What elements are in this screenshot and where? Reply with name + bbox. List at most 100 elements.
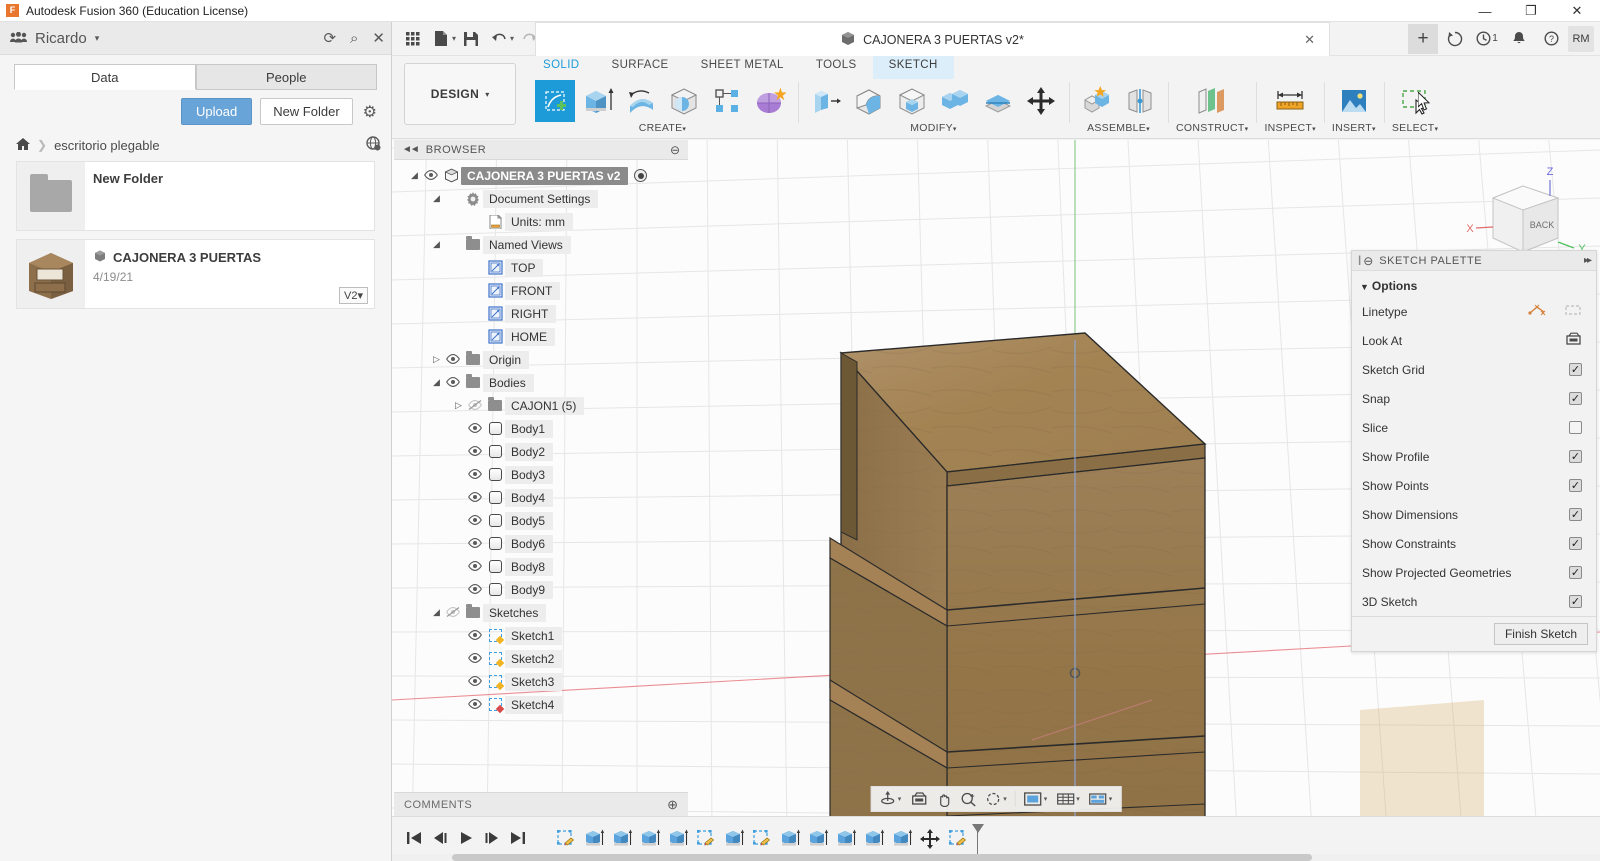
tab-people[interactable]: People	[196, 64, 378, 90]
insert-image-icon[interactable]	[1334, 80, 1374, 122]
chevron-down-icon[interactable]: ▾	[452, 34, 456, 43]
checkbox-show-constraints[interactable]: ✓	[1569, 537, 1582, 550]
offset-plane-icon[interactable]	[1192, 80, 1232, 122]
tree-node[interactable]: ◢Document Settings	[394, 187, 688, 210]
tree-node[interactable]: Units: mm	[394, 210, 688, 233]
visibility-eye-off-icon[interactable]	[465, 399, 485, 413]
tree-node[interactable]: ◢Bodies	[394, 371, 688, 394]
group-label-select[interactable]: SELECT▾	[1392, 122, 1438, 134]
visibility-eye-icon[interactable]	[465, 445, 485, 459]
new-tab-button[interactable]: +	[1408, 24, 1438, 54]
chevron-down-icon[interactable]: ▾	[898, 795, 902, 803]
extrude-feature[interactable]	[722, 826, 746, 852]
look-at-icon[interactable]	[906, 788, 931, 810]
visibility-eye-icon[interactable]	[465, 491, 485, 505]
extrude-feature[interactable]	[778, 826, 802, 852]
expand-arrow-icon[interactable]: ◢	[430, 239, 443, 250]
press-pull-icon[interactable]	[806, 80, 846, 122]
timeline-marker[interactable]	[972, 824, 984, 854]
extrude-feature[interactable]	[890, 826, 914, 852]
checkbox-show-profile[interactable]: ✓	[1569, 450, 1582, 463]
visibility-eye-icon[interactable]	[443, 353, 463, 367]
version-badge[interactable]: V2▾	[339, 287, 368, 304]
chevron-down-icon[interactable]: ▾	[1003, 795, 1007, 803]
comments-bar[interactable]: COMMENTS ⊕	[394, 792, 688, 816]
close-icon[interactable]: ✕	[1304, 32, 1315, 48]
visibility-eye-icon[interactable]	[465, 422, 485, 436]
viewport-3d[interactable]: 625 500 5 ◄◄ BROWSER ⊖ ◢CAJONERA 3 PUERT…	[392, 140, 1600, 816]
minimize-button[interactable]: —	[1462, 0, 1508, 22]
visibility-eye-icon[interactable]	[465, 537, 485, 551]
tree-node[interactable]: Sketch2	[394, 647, 688, 670]
visibility-eye-icon[interactable]	[465, 629, 485, 643]
checkbox-show-points[interactable]: ✓	[1569, 479, 1582, 492]
chevron-down-icon[interactable]: ▾	[1076, 795, 1080, 803]
account-name[interactable]: Ricardo	[35, 30, 87, 47]
collapse-icon[interactable]: ⊖	[1363, 254, 1373, 268]
list-item[interactable]: CAJONERA 3 PUERTAS 4/19/21 V2▾	[16, 239, 375, 309]
visibility-eye-icon[interactable]	[465, 675, 485, 689]
visibility-eye-icon[interactable]	[465, 514, 485, 528]
chevron-down-icon[interactable]: ▾	[95, 33, 100, 44]
linetype-normal-icon[interactable]	[1528, 303, 1546, 320]
collapse-browser-icon[interactable]: ◄◄	[402, 144, 418, 155]
visibility-eye-icon[interactable]	[465, 468, 485, 482]
split-face-icon[interactable]	[978, 80, 1018, 122]
tree-node[interactable]: Body3	[394, 463, 688, 486]
pattern-icon[interactable]	[707, 80, 747, 122]
zoom-icon[interactable]	[956, 788, 980, 810]
tab-solid[interactable]: SOLID	[527, 56, 596, 78]
list-item[interactable]: New Folder	[16, 161, 375, 231]
group-label-inspect[interactable]: INSPECT▾	[1264, 122, 1315, 134]
orbit-icon[interactable]: ▾	[876, 788, 906, 810]
tree-node[interactable]: Body4	[394, 486, 688, 509]
help-icon[interactable]: ?	[1536, 24, 1566, 54]
checkbox-show-projected-geometries[interactable]: ✓	[1569, 566, 1582, 579]
maximize-button[interactable]: ❐	[1508, 0, 1554, 22]
fillet-icon[interactable]	[849, 80, 889, 122]
activate-component-radio[interactable]	[634, 169, 647, 182]
search-icon[interactable]: ⌕	[350, 30, 358, 47]
checkbox-show-dimensions[interactable]: ✓	[1569, 508, 1582, 521]
save-icon[interactable]	[458, 26, 484, 52]
visibility-eye-icon[interactable]	[421, 169, 441, 183]
sketch-feature[interactable]	[694, 826, 718, 852]
visibility-eye-off-icon[interactable]	[443, 606, 463, 620]
group-label-insert[interactable]: INSERT▾	[1332, 122, 1376, 134]
extrude-feature[interactable]	[834, 826, 858, 852]
linetype-construction-icon[interactable]	[1564, 303, 1582, 320]
tree-node[interactable]: ◢Sketches	[394, 601, 688, 624]
visibility-eye-icon[interactable]	[465, 698, 485, 712]
sketch-feature[interactable]	[750, 826, 774, 852]
checkbox-3d-sketch[interactable]: ✓	[1569, 595, 1582, 608]
extrude-feature[interactable]	[666, 826, 690, 852]
tree-node[interactable]: ◢CAJONERA 3 PUERTAS v2	[394, 164, 688, 187]
tab-sketch[interactable]: SKETCH	[873, 56, 954, 79]
expand-arrow-icon[interactable]: ◢	[430, 193, 443, 204]
timeline-forward-icon[interactable]	[484, 831, 500, 848]
new-folder-button[interactable]: New Folder	[260, 98, 352, 125]
document-tab[interactable]: CAJONERA 3 PUERTAS v2* ✕	[535, 22, 1330, 56]
expand-arrow-icon[interactable]: ◢	[430, 607, 443, 618]
shell-icon[interactable]	[892, 80, 932, 122]
notifications-icon[interactable]	[1504, 24, 1534, 54]
timeline-begin-icon[interactable]	[406, 831, 422, 848]
tab-tools[interactable]: TOOLS	[800, 56, 873, 78]
options-section-header[interactable]: ▼Options	[1352, 271, 1596, 297]
tree-node[interactable]: Body8	[394, 555, 688, 578]
move-feature[interactable]	[918, 826, 942, 852]
checkbox-sketch-grid[interactable]: ✓	[1569, 363, 1582, 376]
extrude-feature[interactable]	[610, 826, 634, 852]
grid-snap-icon[interactable]: ▾	[1052, 788, 1084, 810]
extrude-feature[interactable]	[862, 826, 886, 852]
display-settings-icon[interactable]: ▾	[1020, 788, 1052, 810]
tree-node[interactable]: ◢Named Views	[394, 233, 688, 256]
viewports-icon[interactable]: ▾	[1085, 788, 1117, 810]
tree-node[interactable]: Sketch4	[394, 693, 688, 716]
expand-arrow-icon[interactable]: ◢	[408, 170, 421, 181]
scrollbar-thumb[interactable]	[452, 854, 1312, 861]
horizontal-scrollbar[interactable]	[392, 854, 1600, 861]
expand-arrow-icon[interactable]: ▷	[430, 354, 443, 365]
extrude-feature[interactable]	[806, 826, 830, 852]
tree-node[interactable]: ▷Origin	[394, 348, 688, 371]
